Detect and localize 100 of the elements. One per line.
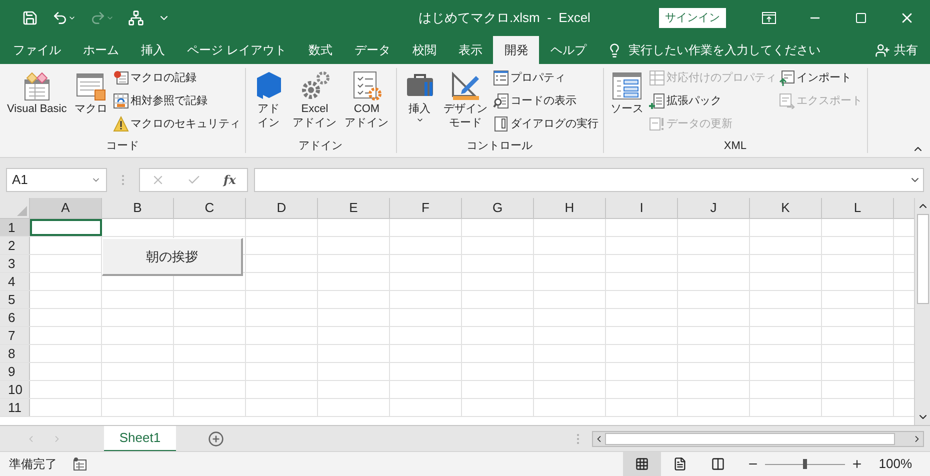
tell-me-field[interactable]: 実行したい作業を入力してください (628, 41, 820, 59)
row-header[interactable]: 4 (0, 273, 30, 290)
save-icon[interactable] (22, 10, 38, 26)
column-header[interactable]: A (30, 198, 102, 218)
status-text: 準備完了 (9, 456, 57, 473)
row-header[interactable]: 8 (0, 345, 30, 362)
ribbon-display-icon[interactable] (762, 12, 776, 24)
ribbon-small-button[interactable]: ダイアログの実行 (492, 114, 599, 134)
button-label: ソース (610, 102, 644, 116)
column-header[interactable]: H (534, 198, 606, 218)
insert-function-button[interactable]: fx (224, 171, 236, 189)
ribbon-tab[interactable]: ヘルプ (539, 36, 598, 64)
column-header[interactable]: K (750, 198, 822, 218)
ribbon-small-button[interactable]: マクロの記録 (112, 68, 241, 88)
macro-button[interactable]: 朝の挨拶 (102, 238, 243, 276)
scrollbar-thumb[interactable] (916, 214, 928, 304)
column-header[interactable]: F (390, 198, 462, 218)
ribbon-button[interactable]: マクロ (72, 68, 111, 139)
undo-icon[interactable] (52, 10, 68, 26)
column-header[interactable]: C (174, 198, 246, 218)
ribbon-button[interactable]: 挿入 (400, 68, 439, 139)
normal-view-button[interactable] (622, 452, 661, 476)
button-label: Excel (301, 102, 328, 116)
properties-icon (492, 70, 509, 86)
row-header[interactable]: 9 (0, 363, 30, 380)
ribbon-tab[interactable]: 校閲 (401, 36, 448, 64)
row-header[interactable]: 11 (0, 399, 30, 416)
grid-icon (634, 457, 649, 471)
ribbon-tab[interactable]: ホーム (72, 36, 130, 64)
grid-arrow-icon (112, 93, 129, 109)
button-label: モード (449, 116, 482, 130)
button-label: マクロ (74, 102, 108, 116)
button-label: Visual Basic (7, 102, 67, 116)
ribbon-small-button[interactable]: マクロのセキュリティ (112, 114, 241, 134)
row-header[interactable]: 7 (0, 327, 30, 344)
ribbon-small-button[interactable]: プロパティ (492, 68, 599, 88)
columns-icon (710, 457, 725, 471)
row-header[interactable]: 6 (0, 309, 30, 326)
ribbon-button[interactable]: Visual Basic (4, 68, 70, 139)
column-header[interactable]: I (606, 198, 678, 218)
ribbon-tab[interactable]: ファイル (2, 36, 72, 64)
button-label: 挿入 (408, 102, 431, 116)
macro-record-icon[interactable] (73, 457, 87, 471)
record-sheet-icon (112, 70, 129, 86)
caret-icon[interactable] (68, 14, 76, 22)
group-label: XML (722, 139, 748, 153)
button-label: アド (258, 102, 280, 116)
name-box[interactable]: A1 (6, 168, 107, 192)
row-header[interactable]: 10 (0, 381, 30, 398)
row-header[interactable]: 3 (0, 255, 30, 272)
zoom-in-icon[interactable] (850, 458, 863, 470)
column-header[interactable]: E (318, 198, 390, 218)
ribbon-tab[interactable]: ページ レイアウト (176, 36, 298, 64)
ribbon-tab[interactable]: 数式 (297, 36, 344, 64)
maximize-icon[interactable] (855, 12, 867, 24)
add-person-icon[interactable] (875, 42, 890, 58)
active-cell[interactable] (30, 219, 102, 236)
add-sheet-icon[interactable] (208, 430, 224, 446)
group-label: コード (104, 139, 140, 153)
row-header[interactable]: 2 (0, 237, 30, 254)
horizontal-scrollbar[interactable] (592, 430, 924, 446)
zoom-level[interactable]: 100% (878, 454, 912, 474)
ribbon-small-button[interactable]: インポート (778, 68, 863, 88)
ribbon-button[interactable]: アド イン (250, 68, 288, 139)
group-label: コントロール (466, 139, 534, 153)
column-header[interactable]: B (102, 198, 174, 218)
dialog-icon (492, 116, 509, 132)
ribbon-button[interactable]: Excel アドイン (290, 68, 340, 139)
magnifier-page-icon (492, 93, 509, 109)
column-header[interactable]: L (822, 198, 894, 218)
zoom-slider-thumb[interactable] (802, 459, 807, 469)
row-header[interactable]: 5 (0, 291, 30, 308)
sign-in-button[interactable]: サインイン (659, 8, 726, 28)
drag-handle-icon[interactable] (121, 174, 125, 186)
column-header[interactable]: D (246, 198, 318, 218)
checklist-icon (350, 70, 383, 102)
ribbon-button[interactable]: ソース (608, 68, 647, 139)
ribbon-small-button[interactable]: 拡張パック (648, 91, 777, 111)
button-label: アドイン (292, 116, 337, 130)
share-button[interactable]: 共有 (894, 41, 918, 59)
column-header[interactable]: G (462, 198, 534, 218)
ribbon-button[interactable]: デザイン モード (440, 68, 491, 139)
page-arrow-up-icon (778, 70, 795, 86)
table-icon (648, 70, 665, 86)
ribbon-tab[interactable]: 表示 (447, 36, 494, 64)
ribbon-small-button[interactable]: 相対参照で記録 (112, 91, 241, 111)
ribbon-small-button[interactable]: コードの表示 (492, 91, 599, 111)
button-label: デザイン (444, 102, 488, 116)
formula-field[interactable] (254, 168, 924, 192)
ribbon-button[interactable]: COM アドイン (342, 68, 392, 139)
network-icon[interactable] (128, 10, 144, 26)
ribbon-tab[interactable]: 挿入 (130, 36, 176, 64)
ribbon-tab[interactable]: データ (343, 36, 402, 64)
page-icon (672, 457, 687, 471)
ribbon-tab[interactable]: 開発 (493, 36, 540, 64)
column-header[interactable]: J (678, 198, 750, 218)
page-arrow-right-icon (778, 93, 795, 109)
sheet-tab[interactable]: Sheet1 (104, 426, 176, 452)
row-header[interactable]: 1 (0, 219, 30, 236)
warning-icon (112, 116, 129, 132)
